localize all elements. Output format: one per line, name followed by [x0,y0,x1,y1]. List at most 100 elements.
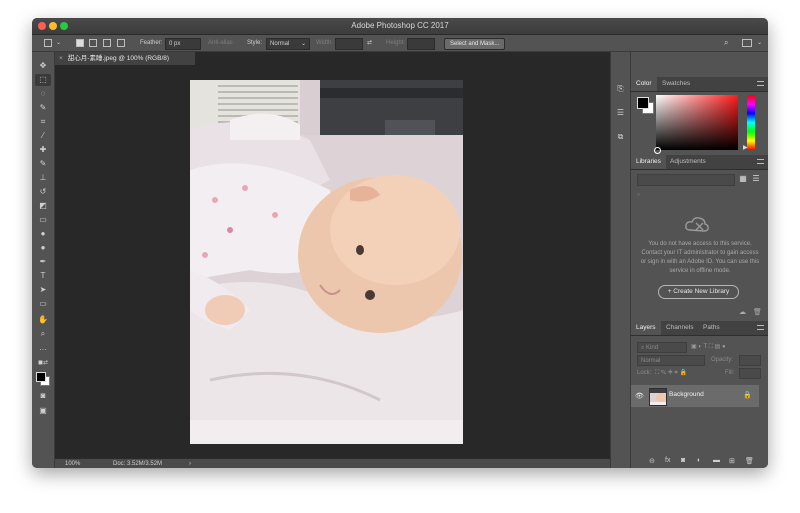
style-select[interactable]: Normal ⌄ [266,38,310,50]
search-icon[interactable]: ⌕ [724,38,728,48]
layer-filter-kind-select[interactable]: ⌕ Kind [637,342,687,353]
swap-width-height-icon[interactable]: ⇄ [367,38,372,48]
select-and-mask-button[interactable]: Select and Mask... [444,38,506,50]
blur-tool-icon[interactable]: ● [35,228,51,240]
properties-panel-icon[interactable]: ☰ [614,106,627,119]
layer-mask-icon[interactable]: ◙ [681,457,685,464]
delete-layer-icon[interactable]: 🗑 [745,457,754,465]
pen-tool-icon[interactable]: ✒ [35,256,51,268]
right-panels: Color Swatches ▶ Libraries Adjustments ▦… [631,52,768,468]
quick-selection-tool-icon[interactable]: ✎ [35,102,51,114]
tab-swatches[interactable]: Swatches [657,77,695,91]
tab-channels[interactable]: Channels [661,321,698,335]
grid-view-icon[interactable]: ▦ [738,174,748,184]
color-picker-field[interactable] [656,95,738,150]
marquee-preset-icon[interactable] [44,39,52,47]
blend-mode-select[interactable]: Normal [637,355,705,366]
library-search-icon[interactable]: ⌕ [637,190,763,200]
more-tools-icon[interactable]: ··· [35,344,51,356]
rectangular-marquee-tool-icon[interactable]: ⬚ [35,74,51,86]
tab-libraries[interactable]: Libraries [631,155,666,169]
hand-tool-icon[interactable]: ✋ [35,314,51,326]
eye-icon[interactable]: 👁 [635,392,644,400]
window-title: Adobe Photoshop CC 2017 [351,21,449,30]
close-tab-icon[interactable]: × [59,55,63,62]
history-brush-tool-icon[interactable]: ↺ [35,186,51,198]
gradient-tool-icon[interactable]: ▭ [35,214,51,226]
foreground-color-swatch[interactable] [36,372,46,382]
layer-style-icon[interactable]: fx [665,457,670,464]
style-select-value: Normal [270,41,290,47]
options-bar: ⌄ Feather: 0 px Anti-alias Style: Normal… [32,35,768,52]
photoshop-window: Adobe Photoshop CC 2017 ⌄ Feather: 0 px … [32,18,768,468]
healing-brush-tool-icon[interactable]: ✚ [35,144,51,156]
move-tool-icon[interactable]: ✥ [35,60,51,72]
library-select[interactable] [637,174,735,186]
lock-option-icons[interactable]: ⛶ ✎ ✥ ⌗ 🔒 [655,368,687,379]
zoom-tool-icon[interactable]: ⌕ [35,328,51,340]
hue-slider-handle[interactable]: ▶ [743,144,748,151]
status-bar: 100% Doc: 3.52M/3.52M › [55,458,627,468]
layer-row[interactable]: 👁 Background 🔒 [631,385,759,407]
screen-mode-icon[interactable]: ▣ [35,405,51,417]
feather-label: Feather: [140,40,163,46]
color-panel-foreground-swatch[interactable] [637,97,649,109]
width-input[interactable] [335,38,363,50]
layer-name: Background [669,391,704,398]
workspace-icon[interactable] [742,39,752,47]
subtract-selection-icon[interactable] [103,39,111,47]
tab-adjustments[interactable]: Adjustments [665,155,711,169]
adjust-panel-icon[interactable]: ⧉ [614,130,627,143]
document-tab-title: 甜心月-素睡.jpeg @ 100% (RGB/8) [67,55,170,62]
cloud-sync-icon[interactable]: ☁ [739,308,746,316]
clone-stamp-tool-icon[interactable]: ⊥ [35,172,51,184]
new-selection-icon[interactable] [76,39,84,47]
link-layers-icon[interactable]: ⊝ [649,457,655,465]
chevron-down-icon[interactable]: ⌄ [56,38,61,48]
path-selection-tool-icon[interactable]: ➤ [35,284,51,296]
list-view-icon[interactable]: ☰ [751,174,761,184]
panel-menu-icon[interactable] [757,325,764,330]
eyedropper-tool-icon[interactable]: ⁄ [35,130,51,142]
fill-input[interactable] [739,368,761,379]
quick-mask-icon[interactable]: ◙ [35,390,51,402]
document-area: × 甜心月-素睡.jpeg @ 100% (RGB/8) 100% Doc: 3… [55,52,627,468]
adjustment-layer-icon[interactable]: ◐ [697,457,701,464]
zoom-level[interactable]: 100% [65,459,80,468]
antialias-checkbox[interactable]: Anti-alias [208,38,233,48]
eraser-tool-icon[interactable]: ◩ [35,200,51,212]
crop-tool-icon[interactable]: ⌗ [35,116,51,128]
hue-slider[interactable] [747,95,755,150]
dodge-tool-icon[interactable]: ● [35,242,51,254]
new-group-icon[interactable]: ▬ [713,457,720,464]
tab-paths[interactable]: Paths [698,321,725,335]
status-menu-arrow-icon[interactable]: › [189,459,191,468]
add-to-selection-icon[interactable] [89,39,97,47]
document-canvas-photo[interactable] [190,80,463,444]
lasso-tool-icon[interactable]: ◌ [35,88,51,100]
document-tab[interactable]: × 甜心月-素睡.jpeg @ 100% (RGB/8) [55,52,195,65]
rectangle-tool-icon[interactable]: ▭ [35,298,51,310]
height-input[interactable] [407,38,435,50]
trash-icon[interactable]: 🗑 [753,308,762,316]
layer-filter-icons[interactable]: ▣ ◐ T ⛶ ▤ ● [691,342,726,353]
history-panel-icon[interactable]: ⎘ [614,82,627,95]
layer-thumbnail [649,388,667,406]
libraries-panel-tabs: Libraries Adjustments [631,155,768,170]
tab-layers[interactable]: Layers [631,321,661,335]
style-label: Style: [247,40,263,46]
feather-input[interactable]: 0 px [165,38,201,50]
brush-tool-icon[interactable]: ✎ [35,158,51,170]
chevron-down-icon[interactable]: ⌄ [757,38,762,48]
default-colors-icon[interactable]: ◼⇄ [35,357,51,369]
color-picker-cursor[interactable] [654,147,661,154]
create-new-library-button[interactable]: + Create New Library [658,285,739,299]
new-layer-icon[interactable]: ⊞ [729,457,735,465]
opacity-input[interactable] [739,355,761,366]
tools-panel: ✥ ⬚ ◌ ✎ ⌗ ⁄ ✚ ✎ ⊥ ↺ ◩ ▭ ● ● ✒ T ➤ ▭ ✋ ⌕ … [32,52,55,468]
panel-menu-icon[interactable] [757,81,764,86]
intersect-selection-icon[interactable] [117,39,125,47]
type-tool-icon[interactable]: T [35,270,51,282]
panel-menu-icon[interactable] [757,159,764,164]
tab-color[interactable]: Color [631,77,657,91]
